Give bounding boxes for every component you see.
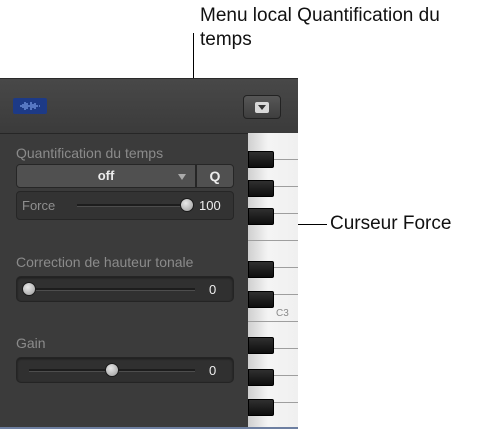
quantize-q-button[interactable]: Q bbox=[196, 164, 234, 188]
black-key[interactable] bbox=[248, 337, 274, 354]
waveform-icon[interactable] bbox=[13, 98, 47, 114]
gain-label: Gain bbox=[16, 335, 46, 351]
pitch-correction-slider-track[interactable] bbox=[29, 288, 195, 291]
waveform-glyph bbox=[20, 102, 40, 110]
pitch-correction-label: Correction de hauteur tonale bbox=[16, 254, 194, 270]
gain-slider-knob[interactable] bbox=[105, 363, 119, 377]
pitch-correction-slider-knob[interactable] bbox=[22, 282, 36, 296]
black-key[interactable] bbox=[248, 151, 274, 168]
force-slider-control[interactable]: Force 100 bbox=[16, 191, 234, 220]
gain-value: 0 bbox=[209, 363, 217, 378]
pitch-correction-value: 0 bbox=[209, 282, 217, 297]
black-key[interactable] bbox=[248, 399, 274, 416]
black-key[interactable] bbox=[248, 208, 274, 225]
popup-menu-icon[interactable] bbox=[243, 95, 281, 119]
black-key[interactable] bbox=[248, 369, 274, 386]
black-key[interactable] bbox=[248, 261, 274, 278]
force-value: 100 bbox=[199, 198, 221, 213]
quantize-label: Quantification du temps bbox=[16, 145, 164, 161]
keyboard-note-label: C3 bbox=[276, 308, 289, 319]
panel-header bbox=[0, 79, 298, 134]
force-slider-callout: Curseur Force bbox=[330, 213, 452, 234]
quantize-menu-callout: Menu local Quantification du temps bbox=[200, 4, 460, 52]
panel-bottom-edge bbox=[0, 427, 298, 429]
force-slider-knob[interactable] bbox=[180, 198, 194, 212]
pitch-correction-slider-control[interactable]: 0 bbox=[16, 276, 234, 302]
quantize-value: off bbox=[97, 168, 115, 183]
piano-keyboard[interactable]: C3 bbox=[248, 133, 298, 427]
chevron-down-icon bbox=[178, 174, 186, 180]
quantize-menu-callout-text: Menu local Quantification du temps bbox=[200, 5, 440, 50]
black-key[interactable] bbox=[248, 291, 274, 308]
quantize-popup-menu[interactable]: off bbox=[16, 164, 196, 188]
force-slider-track[interactable] bbox=[77, 204, 187, 207]
black-key[interactable] bbox=[248, 180, 274, 197]
gain-slider-control[interactable]: 0 bbox=[16, 357, 234, 383]
force-label: Force bbox=[22, 198, 56, 213]
